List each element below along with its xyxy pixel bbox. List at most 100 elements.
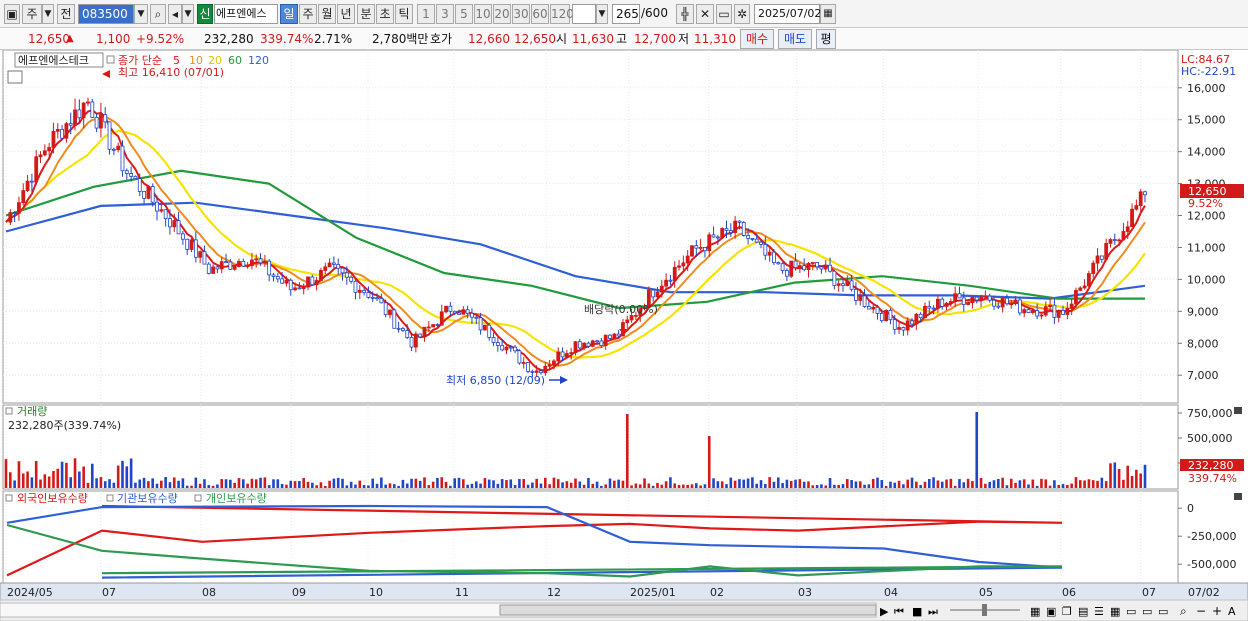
volume-bar <box>315 485 318 488</box>
candle <box>530 370 535 373</box>
volume-bar <box>78 471 81 488</box>
list-icon[interactable]: ☰ <box>1094 605 1104 618</box>
layout-icon[interactable]: ▦ <box>1030 605 1040 618</box>
period-tick[interactable]: 틱 <box>395 4 413 24</box>
volume-toggle-icon[interactable] <box>5 407 13 415</box>
volume-bar <box>828 478 832 488</box>
scroll-thumb[interactable] <box>499 604 877 616</box>
sell-button[interactable]: 매도 <box>778 29 812 49</box>
market-select[interactable]: 주 <box>22 4 42 24</box>
candle <box>107 121 112 150</box>
candle <box>879 313 884 322</box>
volume-bar <box>500 479 504 488</box>
volume-bar <box>781 483 784 488</box>
high-note: 최고 16,410 (07/01) <box>118 66 224 79</box>
period-year[interactable]: 년 <box>337 4 355 24</box>
period-minute[interactable]: 분 <box>357 4 375 24</box>
holding-toggle-icon[interactable] <box>194 494 202 502</box>
period-day[interactable]: 일 <box>280 4 298 24</box>
stock-chart[interactable]: 2024/05 07 08 09 10 11 12 2025/01 02 03 04 05 06 07 16… <box>0 50 1248 621</box>
interval-3[interactable]: 3 <box>436 4 454 24</box>
custom-interval-input[interactable] <box>572 4 596 24</box>
copy-icon[interactable]: ❐ <box>1062 605 1072 618</box>
chevron-down-icon[interactable]: ▼ <box>596 4 608 24</box>
interval-60[interactable]: 60 <box>531 4 549 24</box>
volume-bar <box>1035 485 1039 488</box>
stop-icon[interactable]: ■ <box>912 605 922 618</box>
volume-bar <box>634 483 638 488</box>
chart-icon[interactable]: ▤ <box>1078 605 1088 618</box>
legend-toggle-icon[interactable] <box>106 55 115 64</box>
grid-icon[interactable]: ▦ <box>1110 605 1120 618</box>
zoom-out-icon[interactable]: − <box>1196 604 1206 618</box>
candle <box>418 333 423 338</box>
zoom-search-icon[interactable]: ⌕ <box>1180 604 1187 618</box>
holding-toggle-icon[interactable] <box>5 494 13 502</box>
candle <box>746 235 750 239</box>
candle <box>111 148 116 151</box>
panel-close-icon[interactable] <box>1234 493 1242 500</box>
save-icon[interactable]: ▭ <box>716 4 732 24</box>
window3-icon[interactable]: ▭ <box>1142 605 1152 618</box>
volume-bar <box>587 477 590 488</box>
interval-20[interactable]: 20 <box>493 4 511 24</box>
volume-bar <box>82 466 85 488</box>
interval-5[interactable]: 5 <box>455 4 473 24</box>
interval-120[interactable]: 120 <box>550 4 574 24</box>
scroll-end-icon[interactable]: ⏮ <box>894 605 904 618</box>
scroll-next-icon[interactable]: ▶ <box>880 605 889 618</box>
buy-button[interactable]: 매수 <box>740 29 774 49</box>
volume-bar <box>1078 480 1082 488</box>
interval-30[interactable]: 30 <box>512 4 530 24</box>
candle <box>974 296 979 301</box>
volume-bar <box>405 483 409 488</box>
candle <box>219 261 224 270</box>
period-week[interactable]: 주 <box>299 4 317 24</box>
zoom-slider-handle[interactable] <box>982 604 987 616</box>
candle <box>435 324 440 326</box>
period-month[interactable]: 월 <box>318 4 336 24</box>
volume-bar <box>1109 463 1112 488</box>
candle-icon[interactable]: ╬ <box>676 4 694 24</box>
calendar-icon[interactable]: ▦ <box>820 4 836 24</box>
candle <box>1138 191 1143 206</box>
window-icon[interactable]: ▣ <box>4 4 20 24</box>
date-input[interactable]: 2025/07/02 <box>754 4 821 24</box>
prev-button[interactable]: 전 <box>57 4 75 24</box>
window4-icon[interactable]: ▭ <box>1158 605 1168 618</box>
period-second[interactable]: 초 <box>376 4 394 24</box>
font-size-icon[interactable]: A <box>1228 605 1236 618</box>
gear-icon[interactable]: ✲ <box>734 4 750 24</box>
chevron-down-icon[interactable]: ▼ <box>182 4 194 24</box>
zoom-in-icon[interactable]: + <box>1212 604 1222 618</box>
candle <box>1117 239 1122 242</box>
interval-1[interactable]: 1 <box>417 4 435 24</box>
candle <box>677 265 681 268</box>
crosshair-icon[interactable]: ✕ <box>696 4 714 24</box>
chevron-down-icon[interactable]: ▼ <box>134 4 148 24</box>
candle <box>262 260 267 264</box>
candle <box>521 362 526 364</box>
candle <box>198 251 203 258</box>
volume-panel[interactable] <box>2 404 1179 490</box>
window2-icon[interactable]: ▭ <box>1126 605 1136 618</box>
candle <box>431 324 436 328</box>
eval-button[interactable]: 평 <box>816 29 836 49</box>
candle <box>42 150 47 156</box>
volume-bar <box>431 481 435 488</box>
candle <box>517 350 522 364</box>
bar-count-input[interactable]: 265 <box>612 4 640 24</box>
chevron-down-icon[interactable]: ▼ <box>42 4 54 24</box>
holding-toggle-icon[interactable] <box>106 494 114 502</box>
candle <box>845 280 850 286</box>
interval-10[interactable]: 10 <box>474 4 492 24</box>
play-icon[interactable]: ⏭ <box>928 605 938 618</box>
layout2-icon[interactable]: ▣ <box>1046 605 1056 618</box>
volume-bar <box>229 479 232 488</box>
speaker-icon[interactable]: ◂ <box>168 4 182 24</box>
search-icon[interactable]: ⌕ <box>150 4 166 24</box>
stock-code-input[interactable]: 083500 <box>78 4 134 24</box>
panel-close-icon[interactable] <box>1234 407 1242 414</box>
table-icon[interactable] <box>7 70 23 84</box>
volume-bar <box>574 478 577 488</box>
